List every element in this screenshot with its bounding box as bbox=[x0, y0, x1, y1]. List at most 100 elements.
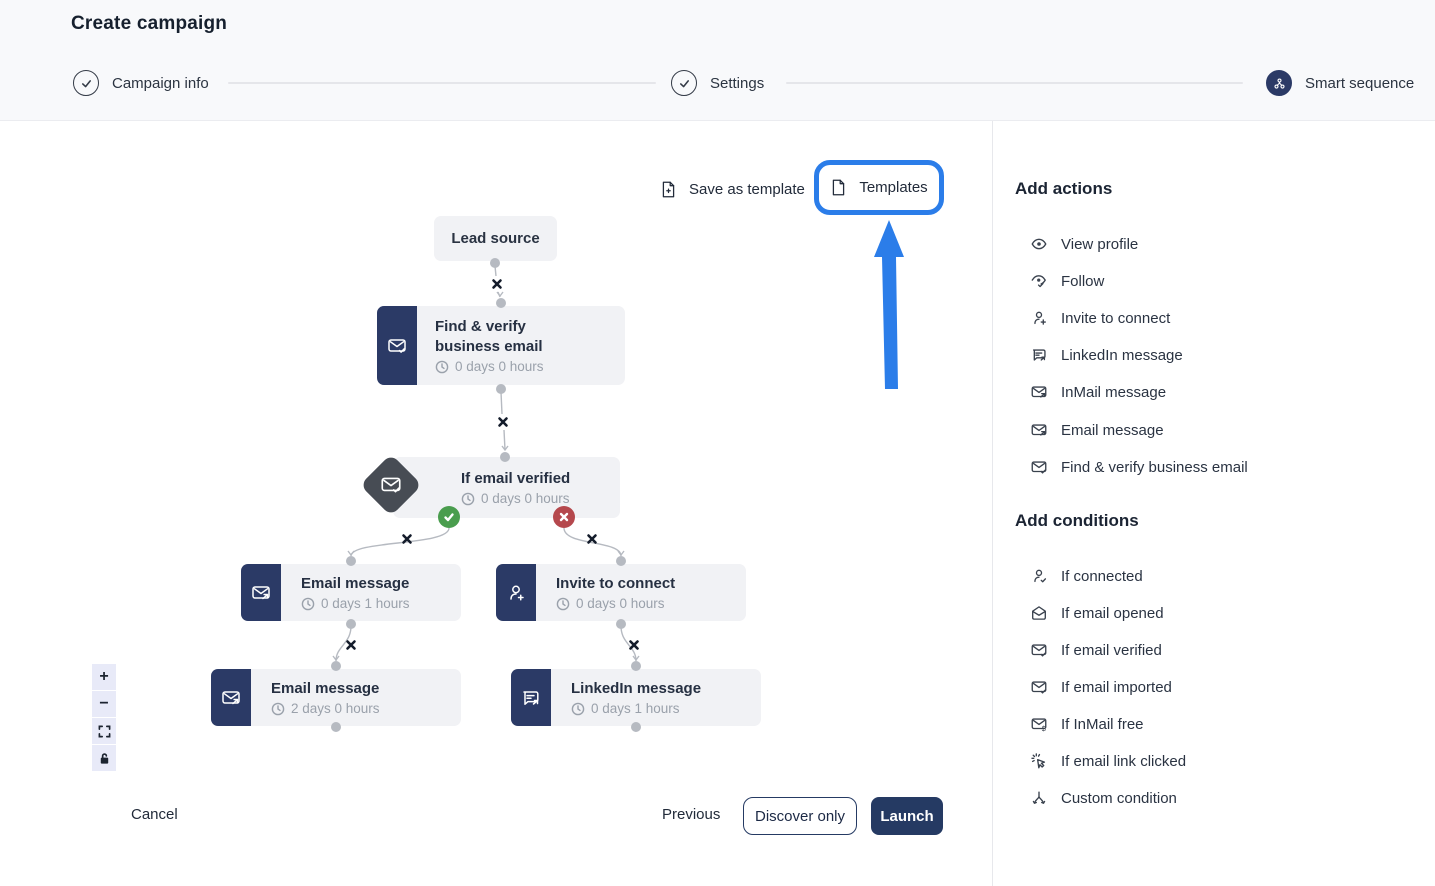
flow-node-if-email-verified[interactable]: If email verified 0 days 0 hours bbox=[393, 457, 620, 518]
fit-view-button[interactable] bbox=[92, 718, 116, 744]
remove-step-icon[interactable] bbox=[495, 414, 511, 430]
templates-label: Templates bbox=[859, 179, 927, 196]
clock-icon bbox=[461, 492, 475, 506]
svg-text:$: $ bbox=[1042, 724, 1046, 733]
sidebar-item-label: Follow bbox=[1061, 273, 1104, 290]
cancel-button[interactable]: Cancel bbox=[131, 806, 178, 823]
eye-icon bbox=[1030, 235, 1048, 253]
node-title: Lead source bbox=[451, 230, 539, 247]
clock-icon bbox=[571, 702, 585, 716]
sidebar-condition-custom-condition[interactable]: Custom condition bbox=[1030, 785, 1177, 811]
sidebar-item-label: Custom condition bbox=[1061, 790, 1177, 807]
sidebar-action-linkedin-message[interactable]: LinkedIn message bbox=[1030, 342, 1183, 368]
templates-button[interactable]: Templates bbox=[814, 160, 944, 215]
previous-button[interactable]: Previous bbox=[662, 806, 720, 823]
connector-dot[interactable] bbox=[631, 722, 641, 732]
flow-node-email-message-1[interactable]: Email message 0 days 1 hours bbox=[241, 564, 461, 621]
remove-step-icon[interactable] bbox=[399, 531, 415, 547]
condition-yes-badge[interactable] bbox=[438, 506, 460, 528]
connector-dot[interactable] bbox=[331, 722, 341, 732]
remove-step-icon[interactable] bbox=[489, 276, 505, 292]
connector-dot[interactable] bbox=[500, 452, 510, 462]
connector-dot[interactable] bbox=[496, 384, 506, 394]
mail-open-icon bbox=[1030, 604, 1048, 622]
zoom-out-button[interactable]: − bbox=[92, 691, 116, 717]
sidebar-condition-if-connected[interactable]: If connected bbox=[1030, 563, 1143, 589]
condition-no-badge[interactable] bbox=[553, 506, 575, 528]
canvas-zoom-controls: + − bbox=[92, 664, 116, 772]
clock-icon bbox=[435, 360, 449, 374]
step-settings[interactable]: Settings bbox=[671, 69, 764, 97]
sidebar-action-invite-to-connect[interactable]: Invite to connect bbox=[1030, 305, 1170, 331]
person-check-icon bbox=[1030, 567, 1048, 585]
node-title: Invite to connect bbox=[556, 574, 675, 594]
sidebar-action-view-profile[interactable]: View profile bbox=[1030, 231, 1138, 257]
remove-step-icon[interactable] bbox=[343, 637, 359, 653]
clock-icon bbox=[271, 702, 285, 716]
mail-check-icon bbox=[1030, 641, 1048, 659]
sidebar-item-label: Invite to connect bbox=[1061, 310, 1170, 327]
flow-node-linkedin-message[interactable]: LinkedIn message 0 days 1 hours bbox=[511, 669, 761, 726]
page-header: Create campaign Campaign info Settings bbox=[0, 0, 1435, 121]
sidebar-action-inmail-message[interactable]: InMail message bbox=[1030, 379, 1166, 405]
cursor-click-icon bbox=[1030, 752, 1048, 770]
save-as-template-button[interactable]: Save as template bbox=[660, 176, 805, 202]
zoom-in-button[interactable]: + bbox=[92, 664, 116, 690]
mail-send-icon bbox=[1030, 383, 1048, 401]
connector-dot[interactable] bbox=[331, 661, 341, 671]
node-delay: 0 days 1 hours bbox=[571, 701, 701, 716]
connector-dot[interactable] bbox=[496, 298, 506, 308]
save-as-template-label: Save as template bbox=[689, 181, 805, 198]
node-title: If email verified bbox=[461, 469, 570, 489]
connector-dot[interactable] bbox=[346, 619, 356, 629]
document-icon bbox=[830, 178, 847, 197]
mail-send-icon bbox=[1030, 421, 1048, 439]
step-label: Smart sequence bbox=[1305, 75, 1414, 92]
mail-send-icon bbox=[211, 669, 251, 726]
sidebar-action-find-verify-email[interactable]: Find & verify business email bbox=[1030, 454, 1248, 480]
mail-check-icon bbox=[1030, 458, 1048, 476]
connector-dot[interactable] bbox=[616, 619, 626, 629]
lock-button[interactable] bbox=[92, 745, 116, 771]
node-delay: 0 days 0 hours bbox=[556, 596, 675, 611]
step-check-icon bbox=[671, 70, 697, 96]
sidebar-item-label: If email imported bbox=[1061, 679, 1172, 696]
sidebar-action-email-message[interactable]: Email message bbox=[1030, 417, 1164, 443]
sidebar-condition-if-inmail-free[interactable]: $ If InMail free bbox=[1030, 711, 1144, 737]
add-conditions-heading: Add conditions bbox=[1015, 511, 1139, 531]
annotation-arrow bbox=[0, 0, 992, 886]
sidebar-condition-if-email-imported[interactable]: If email imported bbox=[1030, 674, 1172, 700]
sidebar-item-label: View profile bbox=[1061, 236, 1138, 253]
clock-icon bbox=[301, 597, 315, 611]
step-label: Settings bbox=[710, 75, 764, 92]
flow-node-invite-to-connect[interactable]: Invite to connect 0 days 0 hours bbox=[496, 564, 746, 621]
step-smart-sequence[interactable]: Smart sequence bbox=[1266, 69, 1414, 97]
connector-dot[interactable] bbox=[616, 556, 626, 566]
create-campaign-page: Create campaign Campaign info Settings bbox=[0, 0, 1435, 886]
step-check-icon bbox=[73, 70, 99, 96]
sidebar-item-label: If email verified bbox=[1061, 642, 1162, 659]
remove-step-icon[interactable] bbox=[626, 637, 642, 653]
sidebar-action-follow[interactable]: Follow bbox=[1030, 268, 1104, 294]
person-plus-icon bbox=[1030, 309, 1048, 327]
sidebar-condition-if-email-verified[interactable]: If email verified bbox=[1030, 637, 1162, 663]
mail-send-icon bbox=[241, 564, 281, 621]
sidebar-item-label: If InMail free bbox=[1061, 716, 1144, 733]
node-title: Email message bbox=[271, 679, 380, 699]
sidebar-condition-if-email-opened[interactable]: If email opened bbox=[1030, 600, 1164, 626]
remove-step-icon[interactable] bbox=[584, 531, 600, 547]
launch-button[interactable]: Launch bbox=[871, 797, 943, 835]
add-actions-heading: Add actions bbox=[1015, 179, 1112, 199]
document-plus-icon bbox=[660, 180, 677, 199]
flow-node-lead-source[interactable]: Lead source bbox=[434, 216, 557, 261]
flow-node-find-verify-email[interactable]: Find & verify business email 0 days 0 ho… bbox=[377, 306, 625, 385]
fit-view-icon bbox=[98, 725, 111, 738]
discover-only-button[interactable]: Discover only bbox=[743, 797, 857, 835]
node-title: Email message bbox=[301, 574, 410, 594]
connector-dot[interactable] bbox=[346, 556, 356, 566]
flow-node-email-message-2[interactable]: Email message 2 days 0 hours bbox=[211, 669, 461, 726]
step-campaign-info[interactable]: Campaign info bbox=[73, 69, 209, 97]
connector-dot[interactable] bbox=[631, 661, 641, 671]
sidebar-condition-if-email-link-clicked[interactable]: If email link clicked bbox=[1030, 748, 1186, 774]
connector-dot[interactable] bbox=[490, 258, 500, 268]
